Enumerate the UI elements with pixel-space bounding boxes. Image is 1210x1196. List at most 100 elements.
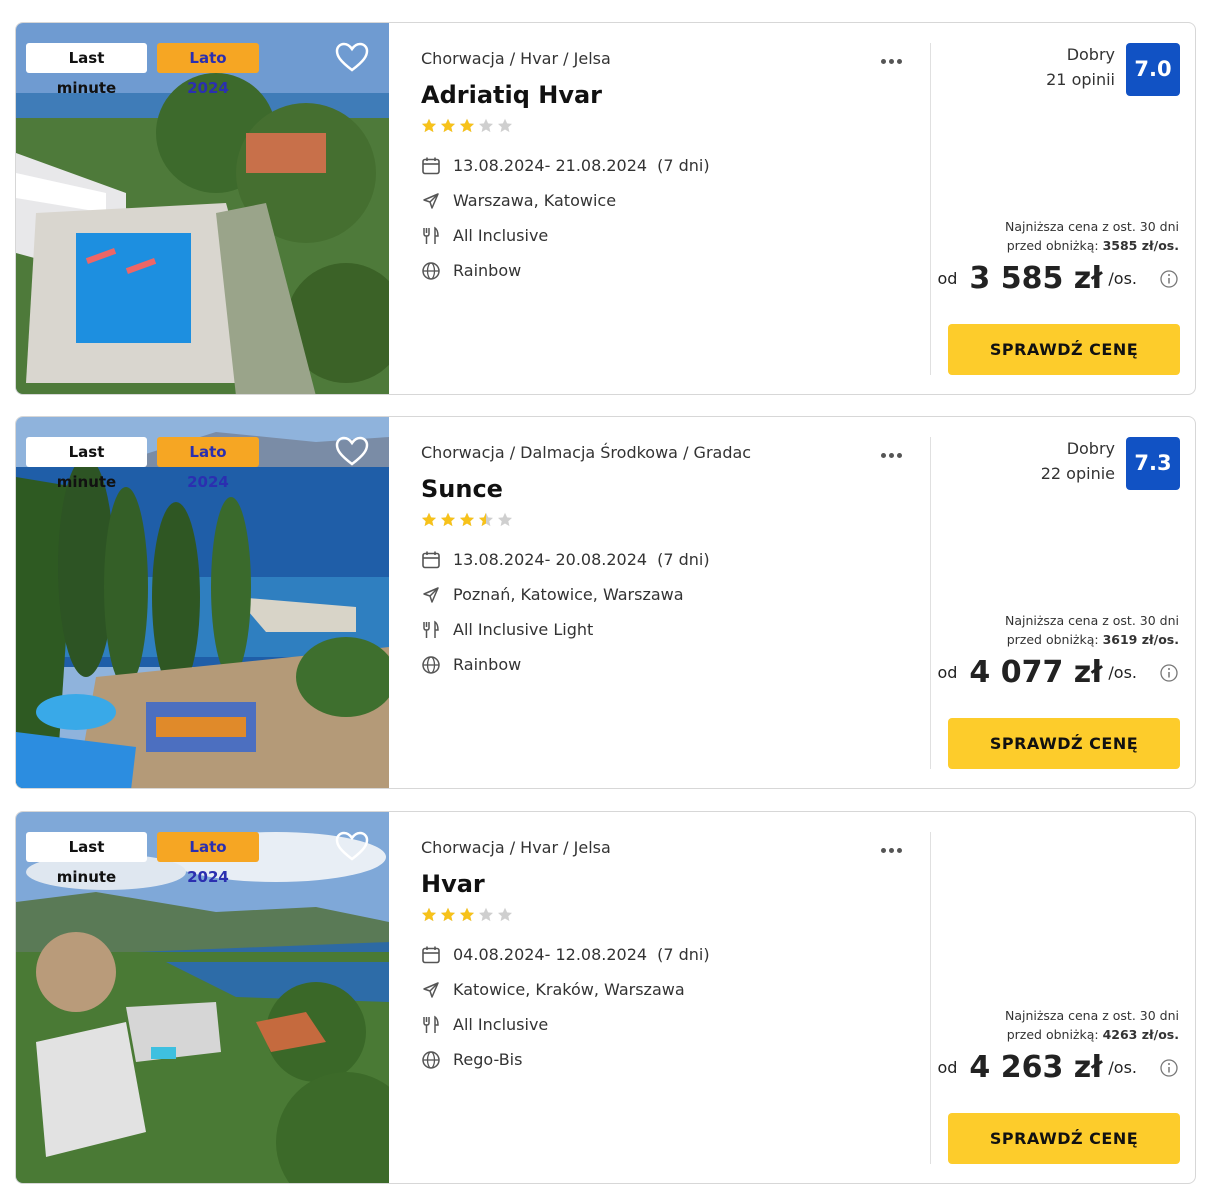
dates-text: 13.08.2024- 20.08.2024	[453, 550, 648, 569]
more-horizontal-icon[interactable]	[881, 49, 913, 67]
departures-text: Katowice, Kraków, Warszawa	[453, 980, 685, 999]
dates-text: 13.08.2024- 21.08.2024	[453, 156, 648, 175]
operator-text: Rainbow	[453, 655, 522, 674]
more-horizontal-icon[interactable]	[881, 443, 913, 461]
info-circle-icon[interactable]	[1159, 663, 1179, 683]
heart-outline-icon[interactable]	[334, 41, 370, 73]
lowest-price-note: Najniższa cena z ost. 30 dni przed obniż…	[1004, 613, 1179, 647]
star-icon	[422, 118, 436, 133]
star-icon	[498, 512, 512, 527]
board-text: All Inclusive	[453, 1015, 549, 1034]
departures-text: Poznań, Katowice, Warszawa	[453, 585, 684, 604]
lowest-price-note: Najniższa cena z ost. 30 dni przed obniż…	[1004, 1008, 1179, 1042]
calendar-icon	[422, 157, 440, 175]
location-breadcrumb[interactable]: Chorwacja / Dalmacja Środkowa / Gradac	[421, 443, 751, 462]
divider	[930, 832, 931, 1164]
departures-text: Warszawa, Katowice	[453, 191, 617, 210]
plane-icon	[423, 587, 439, 603]
location-breadcrumb[interactable]: Chorwacja / Hvar / Jelsa	[421, 49, 611, 68]
check-price-button[interactable]: SPRAWDŹ CENĘ	[948, 324, 1180, 375]
reviews-count[interactable]: 21 opinii	[1046, 70, 1115, 89]
star-rating	[421, 118, 513, 134]
offer-card[interactable]: Last minute Lato 2024 Chorwacja / Dalmac…	[15, 416, 1196, 789]
rating-score: 7.3	[1126, 437, 1180, 490]
star-icon	[498, 907, 512, 922]
rating-label: Dobry	[1066, 45, 1115, 64]
price-prefix: od	[937, 269, 958, 288]
star-icon	[460, 512, 474, 527]
offer-info: Chorwacja / Hvar / Jelsa Hvar 04.08.2024…	[421, 812, 946, 1183]
heart-outline-icon[interactable]	[334, 830, 370, 862]
calendar-icon	[422, 946, 440, 964]
info-circle-icon[interactable]	[1159, 1058, 1179, 1078]
last-minute-badge: Last minute	[26, 832, 147, 886]
globe-icon	[422, 262, 440, 280]
cutlery-icon	[423, 226, 439, 244]
more-horizontal-icon[interactable]	[881, 838, 913, 856]
calendar-icon	[422, 551, 440, 569]
cutlery-icon	[423, 620, 439, 638]
price-amount: 3 585 zł	[969, 261, 1103, 296]
star-icon	[479, 118, 493, 133]
duration-text: (7 dni)	[657, 945, 710, 964]
star-icon	[479, 512, 493, 527]
divider	[930, 43, 931, 375]
price: od 3 585 zł/os.	[937, 261, 1179, 305]
duration-text: (7 dni)	[657, 550, 710, 569]
reviews-count[interactable]: 22 opinie	[1041, 464, 1115, 483]
star-icon	[460, 907, 474, 922]
plane-icon	[423, 193, 439, 209]
check-price-button[interactable]: SPRAWDŹ CENĘ	[948, 718, 1180, 769]
star-icon	[479, 907, 493, 922]
star-icon	[460, 118, 474, 133]
heart-outline-icon[interactable]	[334, 435, 370, 467]
price-amount: 4 077 zł	[969, 655, 1103, 690]
star-icon	[441, 907, 455, 922]
info-circle-icon[interactable]	[1159, 269, 1179, 289]
price-prefix: od	[937, 663, 958, 682]
price: od 4 263 zł/os.	[937, 1050, 1179, 1094]
price: od 4 077 zł/os.	[937, 655, 1179, 699]
last-minute-badge: Last minute	[26, 43, 147, 97]
board-text: All Inclusive	[453, 226, 549, 245]
hotel-name[interactable]: Hvar	[421, 870, 485, 898]
operator-text: Rego-Bis	[453, 1050, 523, 1069]
location-breadcrumb[interactable]: Chorwacja / Hvar / Jelsa	[421, 838, 611, 857]
hotel-name[interactable]: Adriatiq Hvar	[421, 81, 602, 109]
rating-score: 7.0	[1126, 43, 1180, 96]
offer-info: Chorwacja / Dalmacja Środkowa / Gradac S…	[421, 417, 946, 788]
price-per-person: /os.	[1108, 1058, 1137, 1077]
star-icon	[498, 118, 512, 133]
star-icon	[441, 118, 455, 133]
plane-icon	[423, 982, 439, 998]
star-icon	[422, 512, 436, 527]
board-text: All Inclusive Light	[453, 620, 594, 639]
last-minute-badge: Last minute	[26, 437, 147, 491]
offer-card[interactable]: Last minute Lato 2024 Chorwacja / Hvar /…	[15, 811, 1196, 1184]
star-rating	[421, 512, 513, 528]
dates-text: 04.08.2024- 12.08.2024	[453, 945, 648, 964]
check-price-button[interactable]: SPRAWDŹ CENĘ	[948, 1113, 1180, 1164]
price-amount: 4 263 zł	[969, 1050, 1103, 1085]
hotel-photo[interactable]: Last minute Lato 2024	[16, 23, 389, 394]
offer-info: Chorwacja / Hvar / Jelsa Adriatiq Hvar 1…	[421, 23, 946, 394]
operator-text: Rainbow	[453, 261, 522, 280]
star-icon	[441, 512, 455, 527]
globe-icon	[422, 1051, 440, 1069]
offer-card[interactable]: Last minute Lato 2024 Chorwacja / Hvar /…	[15, 22, 1196, 395]
cutlery-icon	[423, 1015, 439, 1033]
hotel-photo[interactable]: Last minute Lato 2024	[16, 812, 389, 1183]
star-icon	[422, 907, 436, 922]
hotel-photo[interactable]: Last minute Lato 2024	[16, 417, 389, 788]
price-prefix: od	[937, 1058, 958, 1077]
star-rating	[421, 907, 513, 923]
price-per-person: /os.	[1108, 269, 1137, 288]
globe-icon	[422, 656, 440, 674]
season-badge: Lato 2024	[157, 43, 259, 97]
duration-text: (7 dni)	[657, 156, 710, 175]
season-badge: Lato 2024	[157, 437, 259, 491]
price-per-person: /os.	[1108, 663, 1137, 682]
hotel-name[interactable]: Sunce	[421, 475, 503, 503]
divider	[930, 437, 931, 769]
season-badge: Lato 2024	[157, 832, 259, 886]
